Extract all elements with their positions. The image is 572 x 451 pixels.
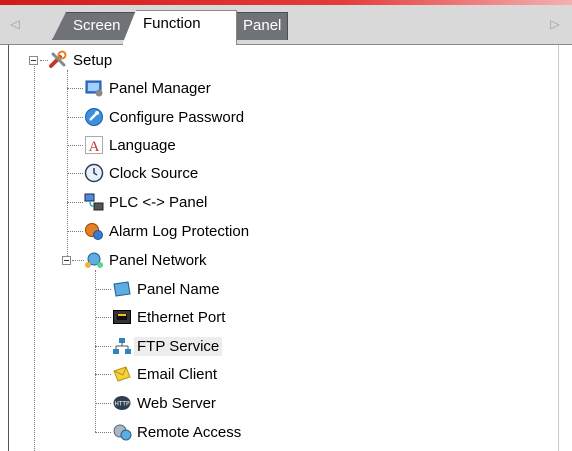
tree-branch (67, 202, 83, 203)
tab-function[interactable]: Function (122, 10, 237, 45)
tab-scroll-right-icon[interactable]: ▷ (548, 14, 562, 34)
tree-branch (95, 317, 111, 318)
alarm-log-icon (84, 221, 104, 241)
password-icon (84, 107, 104, 127)
tree-node-alarm-log-protection[interactable]: Alarm Log Protection (84, 219, 249, 243)
tools-icon (48, 50, 68, 70)
panel-manager-icon (84, 78, 104, 98)
tree-line-network (95, 270, 96, 432)
language-icon: A (84, 135, 104, 155)
tree-node-language[interactable]: A Language (84, 133, 176, 157)
tree-node-clock-source[interactable]: Clock Source (84, 161, 198, 185)
plc-panel-icon (84, 192, 104, 212)
network-icon (84, 250, 104, 270)
tree-branch (67, 88, 83, 89)
tree-line-root (34, 62, 35, 451)
remote-access-icon (112, 422, 132, 442)
tree-node-ethernet-port[interactable]: Ethernet Port (112, 305, 225, 329)
tab-screen[interactable]: Screen (52, 12, 137, 40)
tree-node-email-client[interactable]: Email Client (112, 362, 217, 386)
ethernet-icon (112, 307, 132, 327)
tree-branch (95, 289, 111, 290)
tree-node-web-server[interactable]: HTTP Web Server (112, 391, 216, 415)
clock-icon (84, 163, 104, 183)
panel-name-icon (112, 279, 132, 299)
tree-node-configure-password[interactable]: Configure Password (84, 105, 244, 129)
web-server-icon: HTTP (112, 393, 132, 413)
tree-branch (67, 231, 83, 232)
setup-collapse-toggle[interactable] (29, 56, 38, 65)
tab-scroll-left-icon[interactable]: ◁ (8, 14, 22, 34)
panel-right-border (558, 45, 559, 451)
panel-network-collapse-toggle[interactable] (62, 256, 71, 265)
tree-branch (95, 374, 111, 375)
tree-branch (67, 117, 83, 118)
ftp-icon (112, 336, 132, 356)
svg-text:HTTP: HTTP (114, 401, 130, 408)
tree-node-plc-panel[interactable]: PLC <-> Panel (84, 190, 207, 214)
tree-branch (72, 260, 84, 261)
tree-node-remote-access[interactable]: Remote Access (112, 420, 241, 444)
svg-text:A: A (89, 139, 100, 155)
tree-branch (40, 60, 48, 61)
accent-strip (0, 0, 572, 5)
tree-node-setup[interactable]: Setup (48, 48, 112, 72)
tree-node-panel-manager[interactable]: Panel Manager (84, 76, 211, 100)
tree-branch (95, 432, 111, 433)
tree-branch (95, 346, 111, 347)
email-icon (112, 364, 132, 384)
tree-branch (67, 173, 83, 174)
tree-node-panel-name[interactable]: Panel Name (112, 277, 220, 301)
panel-left-border (8, 45, 9, 451)
tree-branch (95, 403, 111, 404)
tree-node-ftp-service[interactable]: FTP Service (112, 334, 223, 358)
tree-node-panel-network[interactable]: Panel Network (84, 248, 207, 272)
tree-branch (67, 145, 83, 146)
